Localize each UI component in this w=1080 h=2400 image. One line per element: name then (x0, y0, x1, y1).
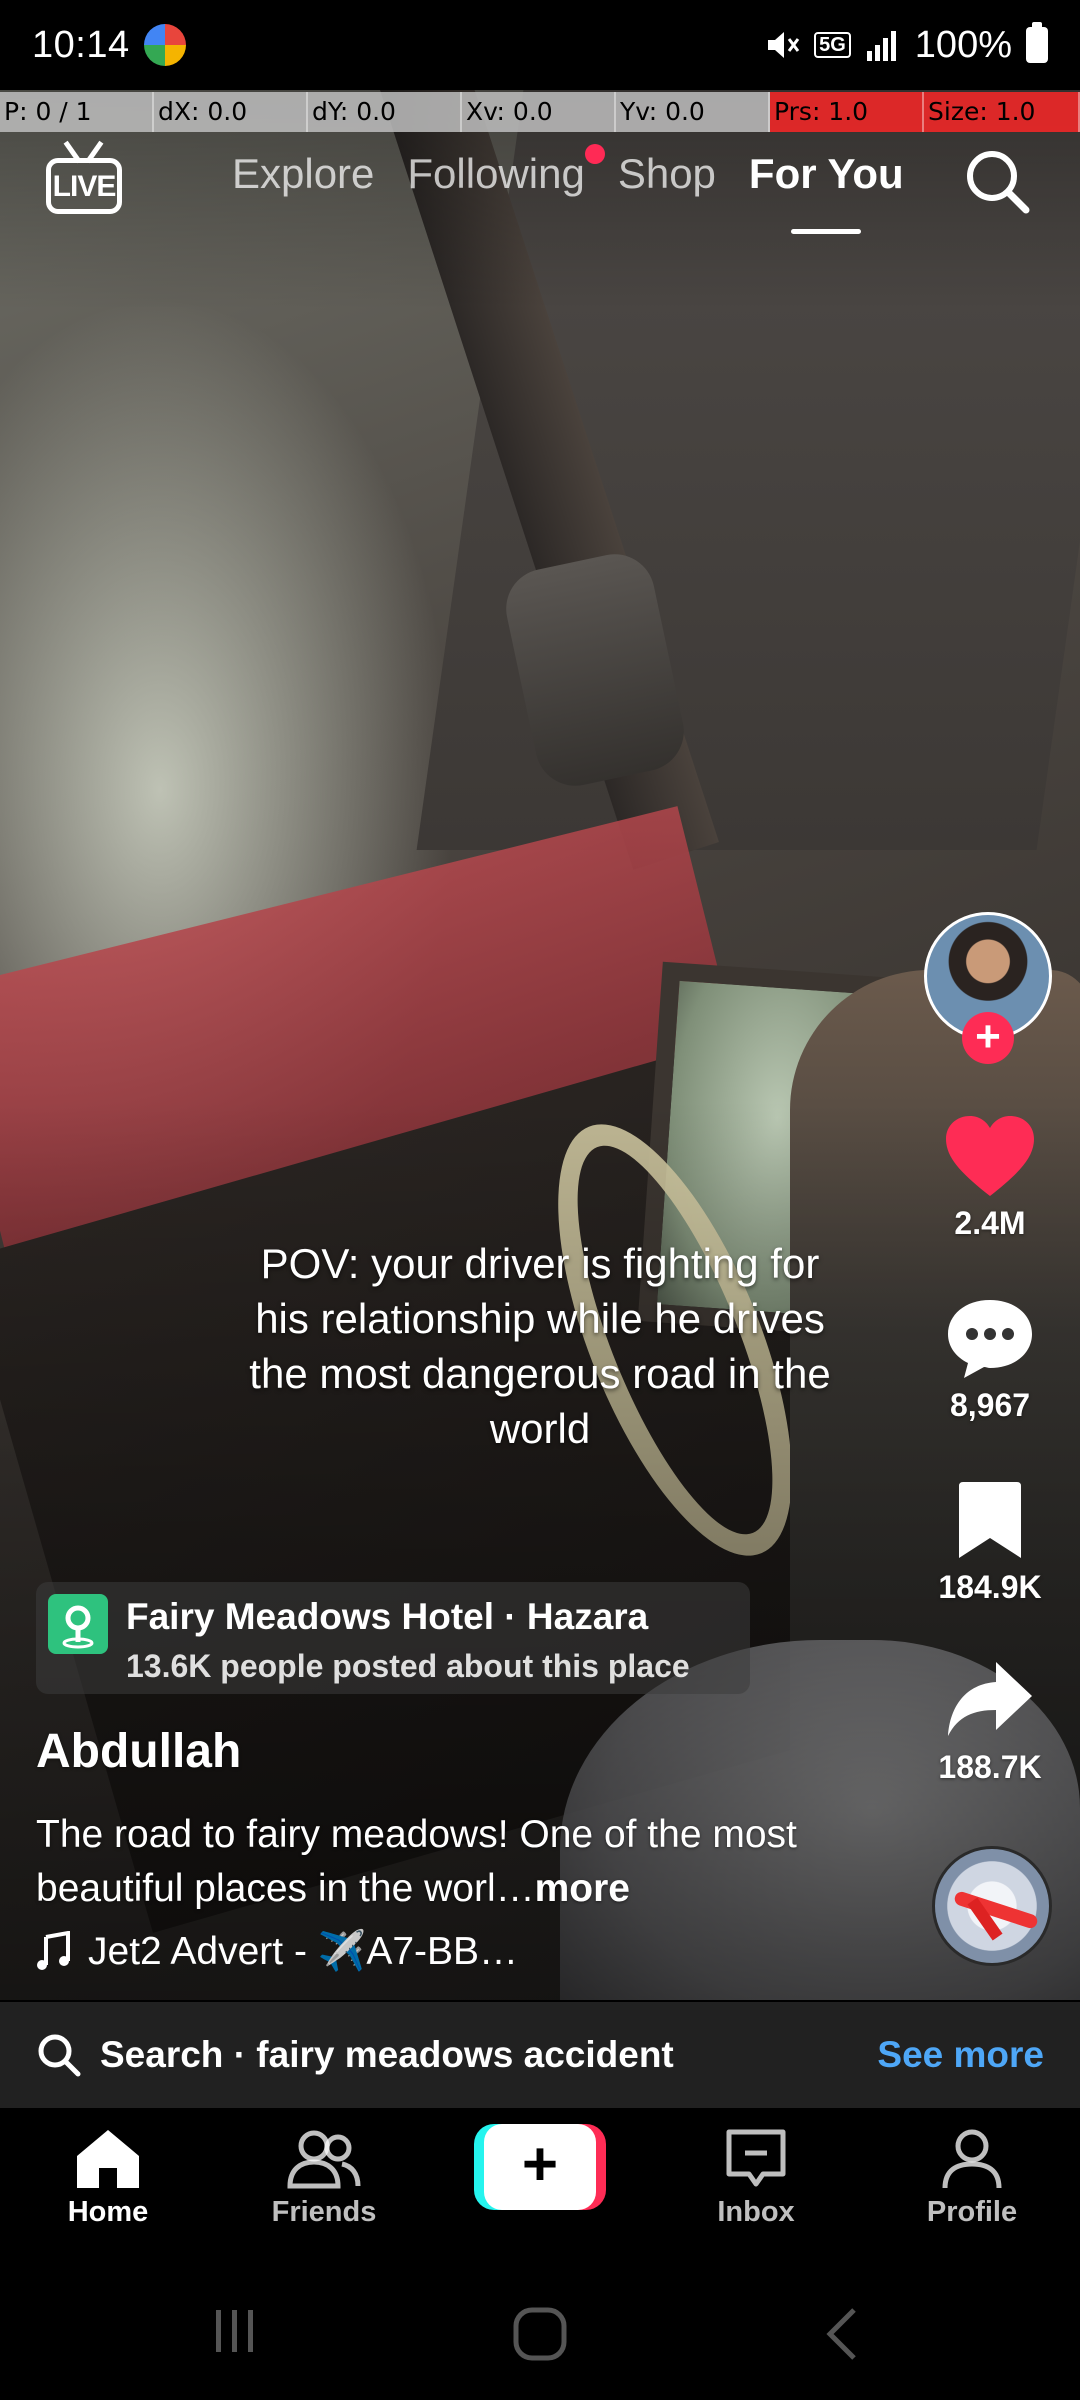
nav-friends-label: Friends (271, 2196, 377, 2228)
status-indicators: 5G 100% (764, 22, 1048, 67)
tab-for-you[interactable]: For You (749, 150, 904, 234)
follow-button[interactable]: + (962, 1012, 1014, 1064)
heart-icon (946, 1116, 1034, 1196)
search-suggestion-bar[interactable]: Search · fairy meadows accident See more (0, 2002, 1080, 2108)
battery-percent: 100% (914, 23, 1012, 66)
live-button[interactable]: LIVE (46, 140, 122, 214)
nav-profile-label: Profile (926, 2196, 1018, 2228)
status-time: 10:14 (32, 23, 130, 66)
debug-dy: dY: 0.0 (308, 92, 462, 132)
share-icon (948, 1662, 1032, 1736)
inbox-icon (726, 2129, 786, 2187)
caption-text: The road to fairy meadows! One of the mo… (36, 1813, 797, 1910)
tab-following-label: Following (407, 150, 585, 197)
creator-avatar-button[interactable]: + (924, 912, 1052, 1064)
nav-home[interactable]: Home (28, 2126, 188, 2229)
see-more-link[interactable]: See more (877, 2034, 1044, 2076)
debug-dx: dX: 0.0 (154, 92, 308, 132)
location-pin-icon (48, 1594, 108, 1654)
debug-pressure: Prs: 1.0 (770, 92, 924, 132)
search-icon[interactable] (962, 146, 1032, 216)
nav-profile[interactable]: Profile (892, 2126, 1052, 2229)
home-system-icon[interactable] (512, 2306, 568, 2362)
battery-icon (1026, 22, 1048, 63)
nav-home-label: Home (67, 2196, 149, 2228)
debug-xv: Xv: 0.0 (462, 92, 616, 132)
search-icon (38, 2034, 81, 2077)
home-icon (77, 2130, 139, 2188)
like-count: 2.4M (954, 1205, 1026, 1241)
nav-friends[interactable]: Friends (244, 2126, 404, 2229)
video-player[interactable] (0, 90, 1080, 2000)
like-button[interactable]: 2.4M (920, 1114, 1060, 1242)
debug-size: Size: 1.0 (924, 92, 1080, 132)
share-count: 188.7K (938, 1749, 1042, 1785)
tab-shop[interactable]: Shop (618, 150, 716, 198)
sound-disc-button[interactable] (932, 1846, 1052, 1966)
top-navigation: LIVE Explore Following Shop For You (0, 132, 1080, 252)
notification-app-icon (143, 24, 186, 66)
live-label: LIVE (52, 170, 117, 203)
nav-inbox[interactable]: Inbox (676, 2126, 836, 2229)
tab-explore[interactable]: Explore (232, 150, 374, 198)
pointer-location-overlay: P: 0 / 1 dX: 0.0 dY: 0.0 Xv: 0.0 Yv: 0.0… (0, 92, 1080, 132)
location-chip[interactable]: Fairy Meadows Hotel · Hazara 13.6K peopl… (36, 1582, 750, 1694)
nav-inbox-label: Inbox (717, 2196, 795, 2228)
bookmark-icon (959, 1482, 1021, 1558)
following-notification-dot (584, 144, 605, 164)
sound-row[interactable]: Jet2 Advert - ✈️A7-BB… (36, 1928, 518, 1974)
tab-following[interactable]: Following (407, 144, 605, 198)
debug-pointer-count: P: 0 / 1 (0, 92, 154, 132)
create-plus-icon: + (484, 2124, 596, 2210)
post-caption[interactable]: The road to fairy meadows! One of the mo… (36, 1808, 836, 1916)
network-type-badge: 5G (814, 32, 851, 58)
location-subtitle: 13.6K people posted about this place (126, 1648, 690, 1684)
feed-tabs: Explore Following Shop For You (232, 144, 904, 234)
profile-icon (942, 2129, 1002, 2189)
friends-icon (287, 2130, 361, 2189)
recent-apps-icon[interactable] (210, 2306, 260, 2356)
create-button[interactable]: + (474, 2124, 606, 2210)
share-button[interactable]: 188.7K (920, 1658, 1060, 1786)
debug-yv: Yv: 0.0 (616, 92, 770, 132)
comment-count: 8,967 (949, 1387, 1031, 1423)
caption-more-link[interactable]: more (535, 1867, 630, 1910)
comment-icon (948, 1300, 1032, 1378)
sound-name: Jet2 Advert - ✈️A7-BB… (88, 1930, 519, 1973)
bookmark-button[interactable]: 184.9K (920, 1478, 1060, 1606)
back-icon[interactable] (822, 2306, 862, 2362)
video-overlay-text: POV: your driver is fighting for his rel… (249, 1240, 831, 1452)
author-name[interactable]: Abdullah (36, 1724, 241, 1779)
system-navigation-bar (0, 2256, 1080, 2400)
bookmark-count: 184.9K (938, 1569, 1042, 1605)
signal-icon (866, 31, 896, 61)
location-title: Fairy Meadows Hotel · Hazara (126, 1596, 649, 1637)
status-bar: 10:14 5G 100% (0, 0, 1080, 90)
music-note-icon (37, 1931, 70, 1970)
mute-icon (768, 32, 800, 58)
comment-button[interactable]: 8,967 (920, 1296, 1060, 1424)
bottom-navigation: Home Friends + Inbox Profile (0, 2108, 1080, 2256)
search-suggestion-text: Search · fairy meadows accident (100, 2034, 674, 2075)
